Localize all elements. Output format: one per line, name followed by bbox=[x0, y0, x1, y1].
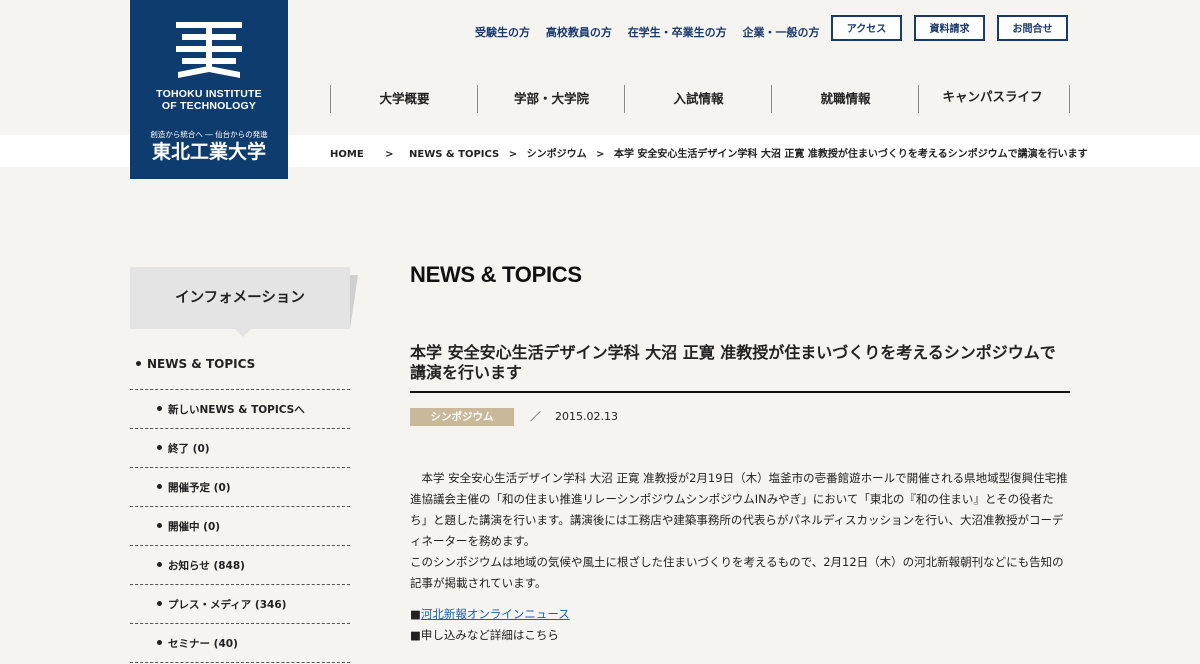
gnav-careers[interactable]: 就職情報 bbox=[771, 85, 919, 113]
article-paragraph: このシンポジウムは地域の気候や風土に根ざした住まいづくりを考えるもので、2月12… bbox=[410, 555, 1064, 590]
heading-fold bbox=[350, 275, 358, 329]
bullet-icon bbox=[157, 484, 162, 489]
sidebar-item-notices[interactable]: お知らせ (848) bbox=[130, 546, 350, 585]
global-nav: 大学概要 学部・大学院 入試情報 就職情報 キャンパスライフ bbox=[330, 85, 1070, 113]
logo-tagline: 創造から統合へ ― 仙台からの発進 bbox=[150, 130, 268, 139]
breadcrumb-news[interactable]: NEWS & TOPICS bbox=[409, 149, 499, 160]
bullet-icon bbox=[157, 445, 162, 450]
audience-nav: 受験生の方 高校教員の方 在学生・卒業生の方 企業・一般の方 bbox=[475, 24, 832, 40]
article-links: ■河北新報オンラインニュース ■申し込みなど詳細はこちら bbox=[410, 604, 1070, 646]
category-badge[interactable]: シンポジウム bbox=[410, 408, 514, 426]
article-paragraph: 本学 安全安心生活デザイン学科 大沼 正寛 准教授が2月19日（木）塩釜市の壱番… bbox=[410, 471, 1068, 548]
bullet-icon bbox=[157, 640, 162, 645]
section-title: NEWS & TOPICS bbox=[410, 262, 582, 287]
contact-button[interactable]: お問合せ bbox=[997, 15, 1068, 41]
bullet-icon bbox=[157, 601, 162, 606]
request-materials-button[interactable]: 資料請求 bbox=[914, 15, 985, 41]
access-button[interactable]: アクセス bbox=[831, 15, 902, 41]
bullet-icon bbox=[136, 361, 141, 366]
gnav-admissions[interactable]: 入試情報 bbox=[624, 85, 772, 113]
article-title: 本学 安全安心生活デザイン学科 大沼 正寛 准教授が住まいづくりを考えるシンポジ… bbox=[410, 343, 1070, 393]
breadcrumb-home[interactable]: HOME bbox=[330, 149, 364, 160]
gnav-divider bbox=[1069, 85, 1070, 113]
main-content: NEWS & TOPICS 本学 安全安心生活デザイン学科 大沼 正寛 准教授が… bbox=[410, 262, 1070, 646]
bullet-icon bbox=[157, 562, 162, 567]
gnav-about[interactable]: 大学概要 bbox=[330, 85, 478, 113]
bullet-icon bbox=[157, 406, 162, 411]
sidebar-item-news-topics[interactable]: NEWS & TOPICS bbox=[130, 351, 350, 390]
breadcrumb-category[interactable]: シンポジウム bbox=[527, 149, 587, 160]
gnav-campus-life[interactable]: キャンパスライフ bbox=[918, 85, 1066, 113]
link-bullet: ■ bbox=[410, 607, 421, 621]
sidebar: インフォメーション NEWS & TOPICS 新しいNEWS & TOPICS… bbox=[130, 267, 358, 663]
breadcrumb-separator: > bbox=[508, 149, 518, 160]
nav-link-students[interactable]: 在学生・卒業生の方 bbox=[628, 26, 727, 39]
logo-name-jp: 東北工業大学 bbox=[151, 141, 266, 163]
breadcrumb-separator: > bbox=[596, 149, 605, 160]
kahoku-news-link[interactable]: 河北新報オンラインニュース bbox=[421, 607, 570, 621]
details-link[interactable]: ■申し込みなど詳細はこちら bbox=[410, 625, 1070, 646]
university-logo[interactable]: TOHOKU INSTITUTE OF TECHNOLOGY 創造から統合へ ―… bbox=[130, 0, 288, 179]
sidebar-heading: インフォメーション bbox=[130, 267, 358, 337]
sidebar-item-new-news[interactable]: 新しいNEWS & TOPICSへ bbox=[130, 390, 350, 429]
sidebar-item-ongoing[interactable]: 開催中 (0) bbox=[130, 507, 350, 546]
gnav-faculties[interactable]: 学部・大学院 bbox=[477, 85, 625, 113]
article-meta: シンポジウム ／ 2015.02.13 bbox=[410, 408, 1070, 426]
article-body: 本学 安全安心生活デザイン学科 大沼 正寛 准教授が2月19日（木）塩釜市の壱番… bbox=[410, 468, 1070, 594]
university-emblem-icon bbox=[176, 22, 242, 78]
breadcrumb-current: 本学 安全安心生活デザイン学科 大沼 正寛 准教授が住まいづくりを考えるシンポジ… bbox=[613, 149, 1088, 160]
meta-separator: ／ bbox=[530, 410, 541, 423]
bullet-icon bbox=[157, 523, 162, 528]
nav-link-applicants[interactable]: 受験生の方 bbox=[475, 26, 530, 39]
heading-arrow bbox=[235, 329, 251, 337]
breadcrumb: HOME > NEWS & TOPICS > シンポジウム > 本学 安全安心生… bbox=[330, 145, 1094, 160]
nav-link-teachers[interactable]: 高校教員の方 bbox=[546, 26, 612, 39]
sidebar-item-press[interactable]: プレス・メディア (346) bbox=[130, 585, 350, 624]
sidebar-item-upcoming[interactable]: 開催予定 (0) bbox=[130, 468, 350, 507]
logo-name-en: TOHOKU INSTITUTE OF TECHNOLOGY bbox=[156, 88, 262, 112]
article-date: 2015.02.13 bbox=[555, 410, 618, 423]
nav-link-companies[interactable]: 企業・一般の方 bbox=[743, 26, 820, 39]
sidebar-item-ended[interactable]: 終了 (0) bbox=[130, 429, 350, 468]
breadcrumb-separator: > bbox=[385, 149, 394, 160]
